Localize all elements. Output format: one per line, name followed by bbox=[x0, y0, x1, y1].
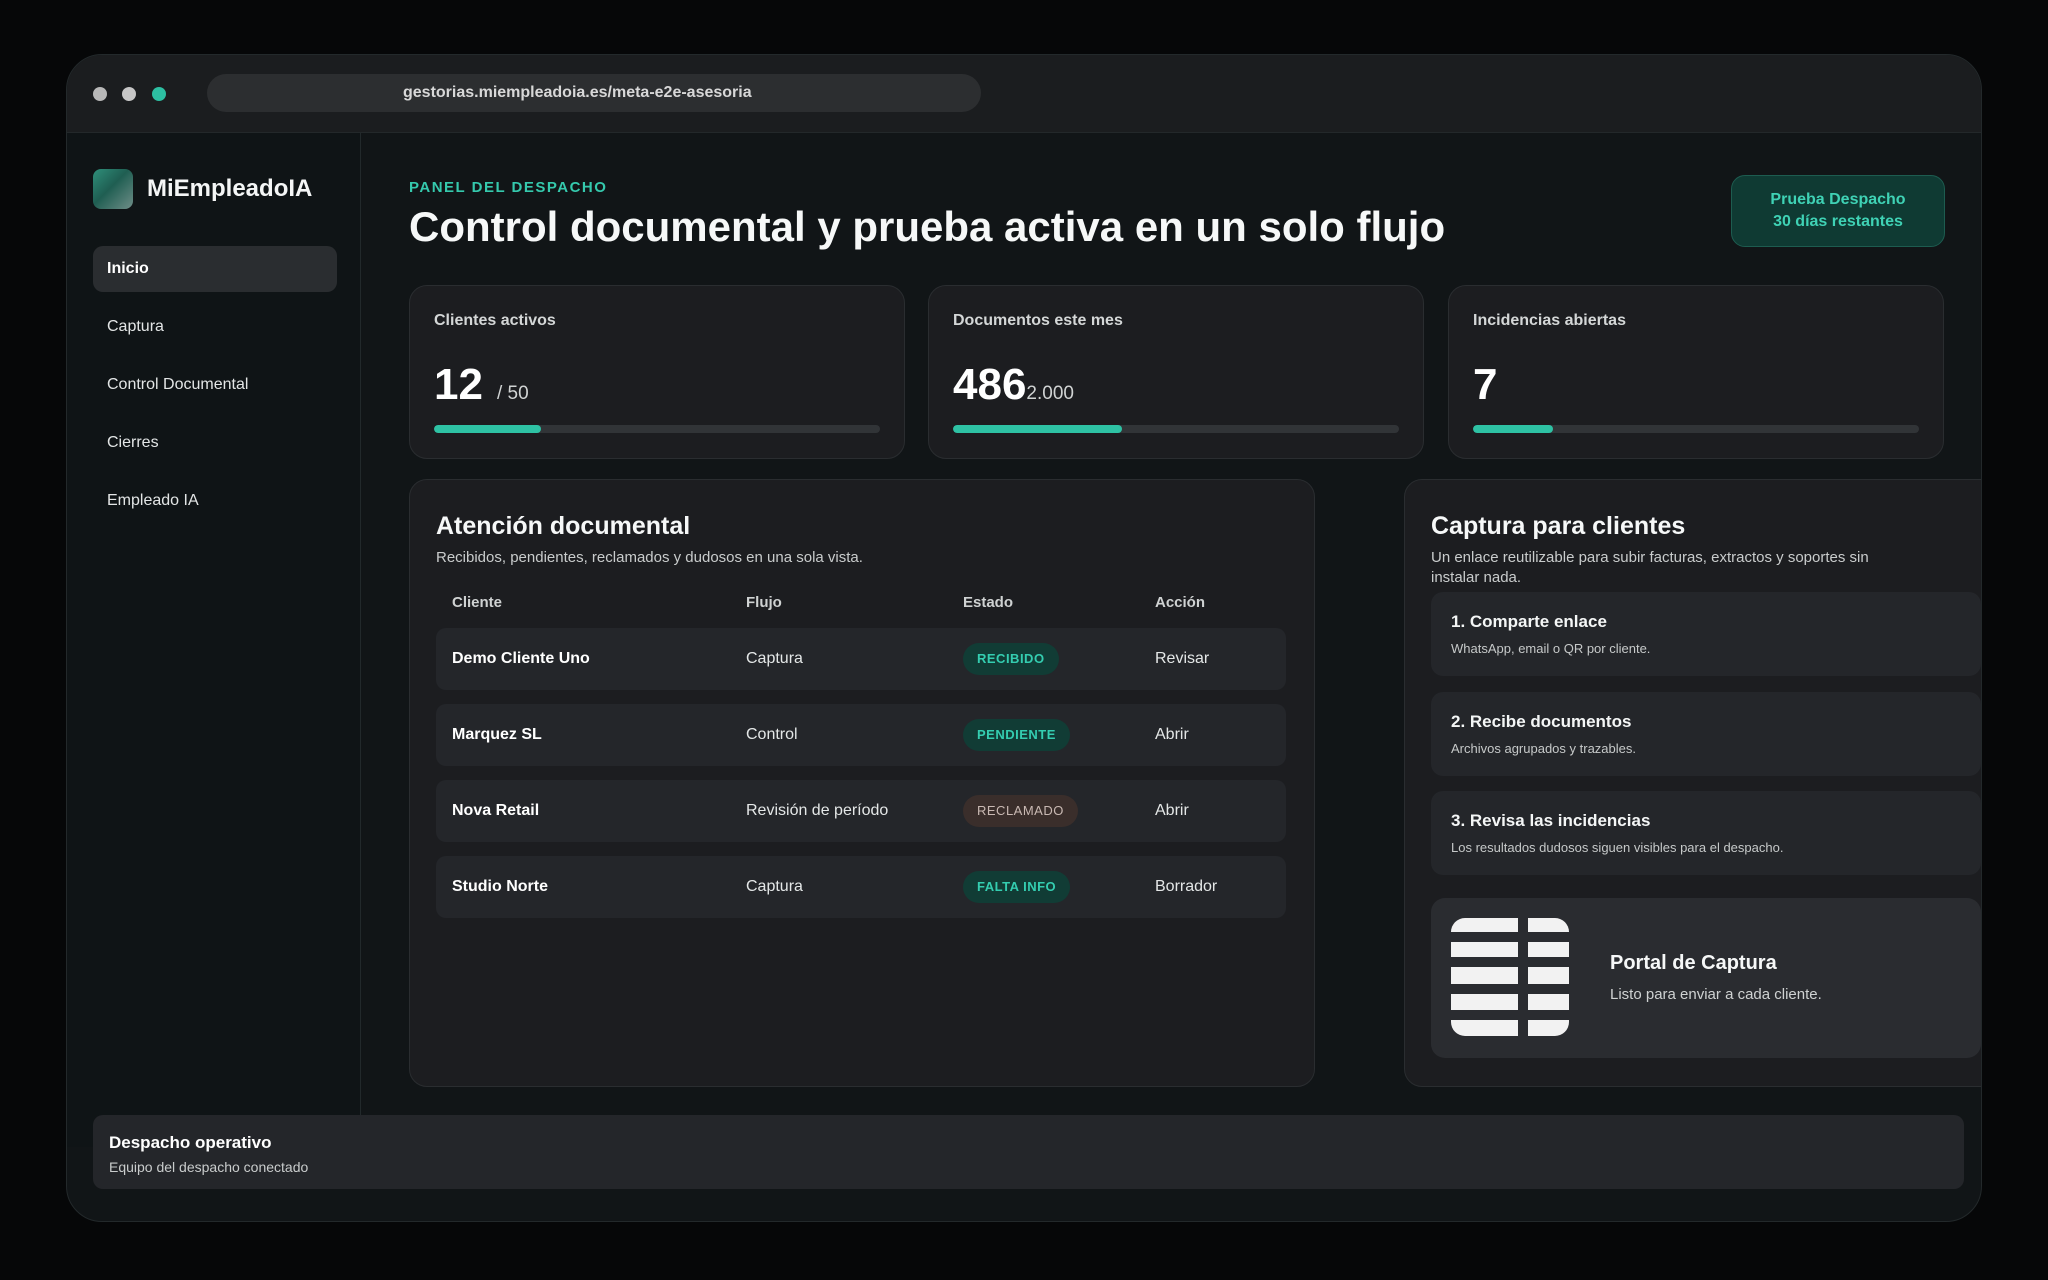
row-action-link[interactable]: Borrador bbox=[1155, 856, 1217, 918]
status-badge: RECLAMADO bbox=[963, 795, 1078, 827]
office-status-title: Despacho operativo bbox=[109, 1133, 272, 1152]
window-minimize-dot[interactable] bbox=[122, 87, 136, 101]
flow-name: Revisión de período bbox=[746, 802, 889, 819]
stat-label: Incidencias abiertas bbox=[1473, 312, 1626, 329]
attention-title: Atención documental bbox=[436, 512, 691, 540]
client-name: Nova Retail bbox=[452, 802, 540, 819]
column-header-estado[interactable]: Estado bbox=[963, 594, 1013, 611]
capture-panel: Captura para clientes Un enlace reutiliz… bbox=[1404, 479, 1981, 1087]
office-status-card[interactable]: Despacho operativo Equipo del despacho c… bbox=[93, 1115, 1964, 1189]
stat-card-incidencias: Incidencias abiertas 7 bbox=[1448, 285, 1944, 459]
step-description: Archivos agrupados y trazables. bbox=[1451, 741, 1636, 756]
sidebar-item-captura[interactable]: Captura bbox=[93, 304, 337, 350]
trial-plan-label: Prueba Despacho bbox=[1770, 191, 1906, 208]
flow-name: Captura bbox=[746, 650, 803, 667]
row-action-link[interactable]: Abrir bbox=[1155, 704, 1189, 766]
attention-subtitle: Recibidos, pendientes, reclamados y dudo… bbox=[436, 549, 863, 566]
capture-step-review[interactable]: 3. Revisa las incidencias Los resultados… bbox=[1431, 791, 1981, 875]
sidebar-item-cierres[interactable]: Cierres bbox=[93, 420, 337, 466]
window-close-dot[interactable] bbox=[93, 87, 107, 101]
address-bar[interactable]: gestorias.miempleadoia.es/meta-e2e-aseso… bbox=[207, 74, 981, 112]
progress-track bbox=[434, 425, 880, 433]
status-badge: RECIBIDO bbox=[963, 643, 1059, 675]
capture-portal-card[interactable]: Portal de Captura Listo para enviar a ca… bbox=[1431, 898, 1981, 1058]
step-description: Los resultados dudosos siguen visibles p… bbox=[1451, 840, 1784, 855]
portal-title: Portal de Captura bbox=[1610, 952, 1777, 974]
stat-value: 12 bbox=[434, 360, 483, 409]
brand[interactable]: MiEmpleadoIA bbox=[93, 169, 312, 209]
capture-step-receive[interactable]: 2. Recibe documentos Archivos agrupados … bbox=[1431, 692, 1981, 776]
progress-track bbox=[1473, 425, 1919, 433]
row-action-link[interactable]: Revisar bbox=[1155, 628, 1209, 690]
column-header-flujo[interactable]: Flujo bbox=[746, 594, 782, 611]
table-row[interactable]: Nova Retail Revisión de período RECLAMAD… bbox=[436, 780, 1286, 842]
status-badge: PENDIENTE bbox=[963, 719, 1070, 751]
capture-title: Captura para clientes bbox=[1431, 512, 1686, 540]
sidebar-item-inicio[interactable]: Inicio bbox=[93, 246, 337, 292]
page-kicker: PANEL DEL DESPACHO bbox=[409, 179, 608, 196]
stat-label: Documentos este mes bbox=[953, 312, 1123, 329]
status-badge: FALTA INFO bbox=[963, 871, 1071, 903]
client-name: Marquez SL bbox=[452, 726, 542, 743]
step-title: 2. Recibe documentos bbox=[1451, 712, 1632, 731]
column-header-accion[interactable]: Acción bbox=[1155, 594, 1205, 611]
progress-track bbox=[953, 425, 1399, 433]
table-row[interactable]: Studio Norte Captura FALTA INFO Borrador bbox=[436, 856, 1286, 918]
stat-label: Clientes activos bbox=[434, 312, 556, 329]
client-name: Demo Cliente Uno bbox=[452, 650, 590, 667]
sidebar-nav: Inicio Captura Control Documental Cierre… bbox=[93, 246, 337, 536]
sidebar: MiEmpleadoIA Inicio Captura Control Docu… bbox=[67, 133, 361, 1147]
browser-titlebar: gestorias.miempleadoia.es/meta-e2e-aseso… bbox=[67, 55, 1981, 133]
capture-subtitle: Un enlace reutilizable para subir factur… bbox=[1431, 549, 1869, 586]
attention-table: Demo Cliente Uno Captura RECIBIDO Revisa… bbox=[436, 628, 1286, 932]
trial-days-left: 30 días restantes bbox=[1773, 213, 1903, 230]
step-title: 1. Comparte enlace bbox=[1451, 612, 1607, 631]
sidebar-item-control-documental[interactable]: Control Documental bbox=[93, 362, 337, 408]
stat-card-documentos: Documentos este mes 486 2.000 bbox=[928, 285, 1424, 459]
stat-limit: 2.000 bbox=[1026, 383, 1074, 404]
brand-logo-icon bbox=[93, 169, 133, 209]
progress-fill bbox=[1473, 425, 1554, 433]
browser-window: gestorias.miempleadoia.es/meta-e2e-aseso… bbox=[66, 54, 1982, 1222]
capture-step-share[interactable]: 1. Comparte enlace WhatsApp, email o QR … bbox=[1431, 592, 1981, 676]
attention-panel: Atención documental Recibidos, pendiente… bbox=[409, 479, 1315, 1087]
progress-fill bbox=[953, 425, 1123, 433]
column-header-cliente[interactable]: Cliente bbox=[452, 594, 502, 611]
brand-name: MiEmpleadoIA bbox=[147, 175, 313, 202]
portal-description: Listo para enviar a cada cliente. bbox=[1610, 986, 1822, 1003]
step-description: WhatsApp, email o QR por cliente. bbox=[1451, 641, 1651, 656]
stat-value: 486 bbox=[953, 360, 1027, 409]
qr-code-icon[interactable] bbox=[1451, 918, 1569, 1036]
row-action-link[interactable]: Abrir bbox=[1155, 780, 1189, 842]
window-maximize-dot[interactable] bbox=[152, 87, 166, 101]
step-title: 3. Revisa las incidencias bbox=[1451, 811, 1651, 830]
main-content: PANEL DEL DESPACHO Control documental y … bbox=[361, 133, 1981, 1147]
stat-value: 7 bbox=[1473, 360, 1498, 409]
page-title: Control documental y prueba activa en un… bbox=[409, 203, 1446, 250]
stat-limit: / 50 bbox=[496, 383, 529, 404]
flow-name: Captura bbox=[746, 878, 803, 895]
office-status-subtitle: Equipo del despacho conectado bbox=[109, 1159, 309, 1175]
client-name: Studio Norte bbox=[452, 878, 548, 895]
table-row[interactable]: Demo Cliente Uno Captura RECIBIDO Revisa… bbox=[436, 628, 1286, 690]
progress-fill bbox=[434, 425, 542, 433]
flow-name: Control bbox=[746, 726, 798, 743]
table-row[interactable]: Marquez SL Control PENDIENTE Abrir bbox=[436, 704, 1286, 766]
trial-status-badge[interactable]: Prueba Despacho 30 días restantes bbox=[1731, 175, 1945, 247]
stat-card-clientes: Clientes activos 12 / 50 bbox=[409, 285, 905, 459]
sidebar-item-empleado-ia[interactable]: Empleado IA bbox=[93, 478, 337, 524]
